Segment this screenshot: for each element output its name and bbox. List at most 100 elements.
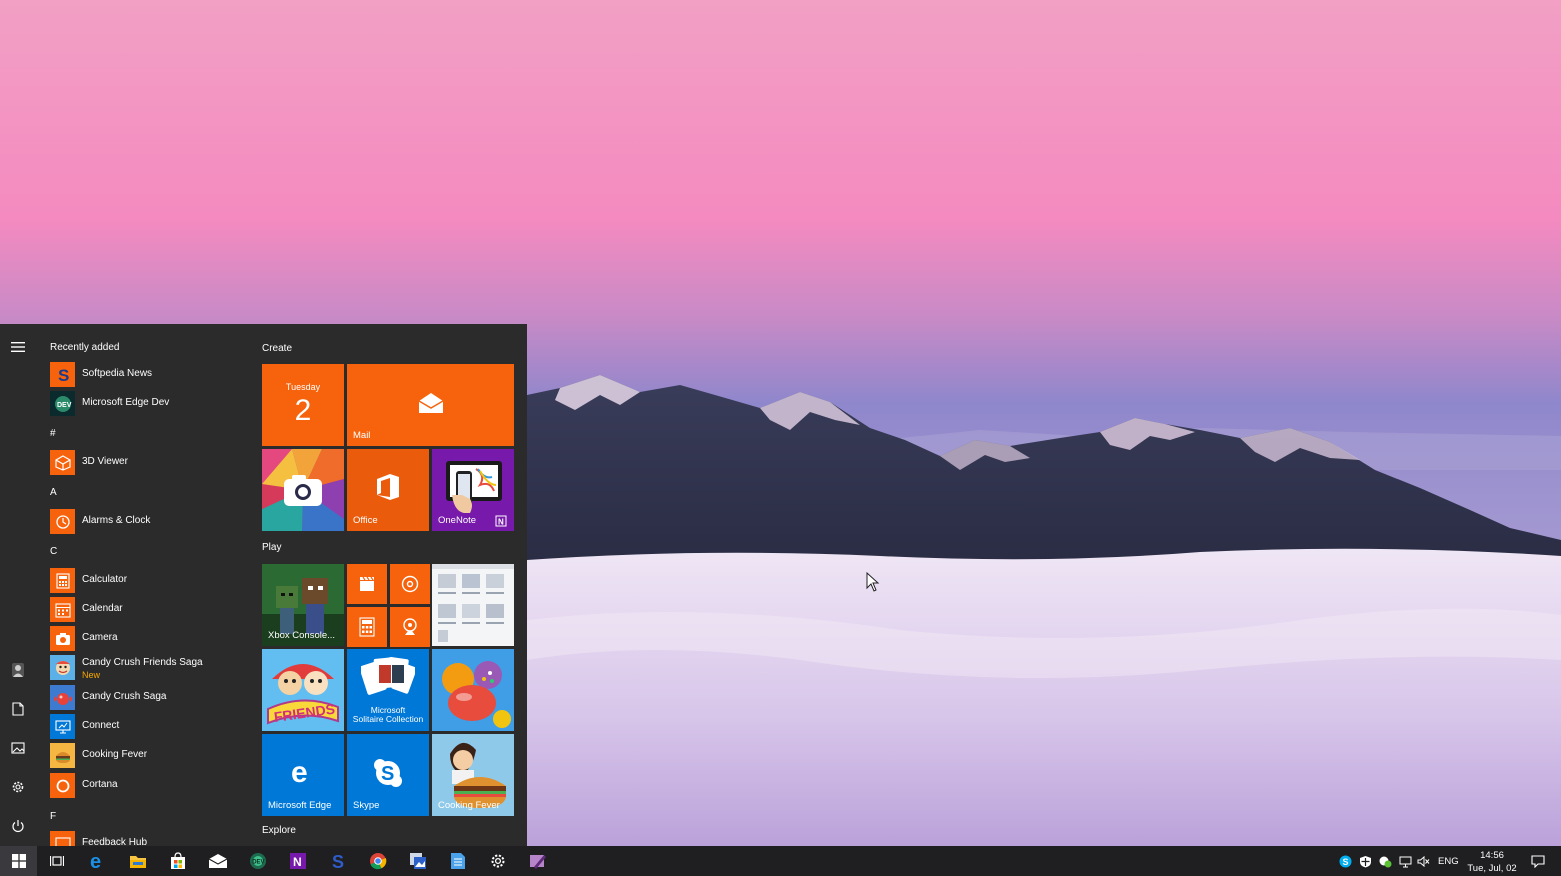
list-item-calendar[interactable]: Calendar bbox=[36, 595, 250, 624]
solitaire-tile[interactable]: Microsoft Solitaire Collection bbox=[347, 649, 429, 731]
candy-crush-friends-art-icon: FRIENDS bbox=[262, 649, 344, 731]
taskbar: e DEV N S S ENG 14:56 Tue, Jul, 02 bbox=[0, 846, 1561, 876]
calendar-tile[interactable]: Tuesday 2 bbox=[262, 364, 344, 446]
skype-tile[interactable]: S Skype bbox=[347, 734, 429, 816]
documents-icon[interactable] bbox=[0, 691, 36, 727]
svg-text:S: S bbox=[58, 366, 69, 384]
photos-app-icon[interactable] bbox=[398, 846, 438, 876]
snip-icon[interactable] bbox=[518, 846, 558, 876]
cooking-fever-tile-label: Cooking Fever bbox=[438, 800, 500, 811]
network-status-icon[interactable] bbox=[1378, 854, 1392, 868]
list-item-alarms-clock[interactable]: Alarms & Clock bbox=[36, 507, 250, 536]
svg-text:e: e bbox=[291, 758, 308, 786]
windows-start-icon[interactable] bbox=[0, 846, 37, 876]
list-item-softpedia-news[interactable]: S Softpedia News bbox=[36, 360, 250, 389]
office-tile[interactable]: Office bbox=[347, 449, 429, 531]
edge-icon: e bbox=[291, 758, 308, 786]
list-item-candy-crush-friends[interactable]: Candy Crush Friends Saga New bbox=[36, 653, 250, 682]
wifi-icon[interactable] bbox=[1398, 854, 1412, 868]
list-item-camera[interactable]: Camera bbox=[36, 624, 250, 653]
action-center-icon[interactable] bbox=[1531, 854, 1545, 868]
notepad-icon[interactable] bbox=[438, 846, 478, 876]
group-header-f[interactable]: F bbox=[50, 811, 56, 822]
xbox-tile[interactable]: Xbox Console... bbox=[262, 564, 344, 646]
onenote-badge-icon: N bbox=[495, 515, 507, 527]
edge-tile[interactable]: e Microsoft Edge bbox=[262, 734, 344, 816]
cards-icon bbox=[361, 657, 415, 695]
section-header-create[interactable]: Create bbox=[262, 343, 292, 354]
webcam-icon bbox=[403, 618, 417, 635]
3d-viewer-icon bbox=[50, 450, 75, 475]
groove-tile[interactable] bbox=[390, 564, 430, 604]
candy-crush-friends-icon bbox=[50, 655, 75, 680]
edge-dev-icon: DEV bbox=[50, 391, 75, 416]
file-explorer-icon[interactable] bbox=[118, 846, 158, 876]
user-icon[interactable] bbox=[0, 652, 36, 688]
settings-icon[interactable] bbox=[0, 769, 36, 805]
mail-tile-label: Mail bbox=[353, 430, 371, 441]
onenote-art-icon bbox=[446, 461, 502, 513]
list-item-connect[interactable]: Connect bbox=[36, 712, 250, 741]
section-header-explore[interactable]: Explore bbox=[262, 825, 296, 836]
chrome-icon[interactable] bbox=[358, 846, 398, 876]
svg-text:S: S bbox=[1342, 857, 1348, 867]
onenote-tile[interactable]: N OneNote bbox=[432, 449, 514, 531]
edge-tile-label: Microsoft Edge bbox=[268, 800, 332, 811]
power-icon[interactable] bbox=[0, 808, 36, 844]
skype-tray-icon[interactable]: S bbox=[1338, 854, 1352, 868]
app-list[interactable]: Recently added S Softpedia News DEV Micr… bbox=[36, 324, 250, 846]
edge-dev-icon[interactable]: DEV bbox=[238, 846, 278, 876]
camera-tile[interactable] bbox=[262, 449, 344, 531]
section-header-play[interactable]: Play bbox=[262, 542, 281, 553]
solitaire-tile-label-line2: Solitaire Collection bbox=[352, 714, 424, 724]
cooking-fever-icon bbox=[50, 743, 75, 768]
calendar-icon bbox=[50, 597, 75, 622]
settings-icon[interactable] bbox=[478, 846, 518, 876]
candy-crush-saga-art-icon bbox=[432, 649, 514, 731]
mouse-cursor-icon bbox=[866, 572, 880, 592]
task-view-icon[interactable] bbox=[37, 846, 77, 876]
list-item-cooking-fever[interactable]: Cooking Fever bbox=[36, 741, 250, 770]
pictures-icon[interactable] bbox=[0, 730, 36, 766]
candy-crush-saga-tile[interactable] bbox=[432, 649, 514, 731]
office-tile-label: Office bbox=[353, 515, 378, 526]
softpedia-icon[interactable]: S bbox=[318, 846, 358, 876]
svg-text:S: S bbox=[381, 763, 394, 785]
office-icon bbox=[377, 474, 399, 500]
cooking-fever-tile[interactable]: Cooking Fever bbox=[432, 734, 514, 816]
webcam-tile[interactable] bbox=[390, 607, 430, 647]
list-item-edge-dev[interactable]: DEV Microsoft Edge Dev bbox=[36, 389, 250, 418]
store-icon[interactable] bbox=[158, 846, 198, 876]
skype-tile-label: Skype bbox=[353, 800, 380, 811]
recently-added-header: Recently added bbox=[50, 342, 120, 353]
calculator-icon bbox=[50, 568, 75, 593]
onenote-icon[interactable]: N bbox=[278, 846, 318, 876]
hamburger-icon[interactable] bbox=[0, 329, 36, 365]
calculator-tile[interactable] bbox=[347, 607, 387, 647]
clock-time[interactable]: 14:56 bbox=[1470, 850, 1514, 861]
group-header-c[interactable]: C bbox=[50, 546, 57, 557]
list-item-cortana[interactable]: Cortana bbox=[36, 771, 250, 800]
mail-icon[interactable] bbox=[198, 846, 238, 876]
group-header-a[interactable]: A bbox=[50, 487, 57, 498]
list-item-feedback-hub[interactable]: Feedback Hub bbox=[36, 829, 250, 846]
edge-icon[interactable]: e bbox=[78, 846, 118, 876]
clock-date[interactable]: Tue, Jul, 02 bbox=[1466, 863, 1518, 874]
movies-tile[interactable] bbox=[347, 564, 387, 604]
defender-icon[interactable] bbox=[1358, 854, 1372, 868]
volume-mute-icon[interactable] bbox=[1416, 854, 1430, 868]
candy-crush-friends-tile[interactable]: FRIENDS bbox=[262, 649, 344, 731]
svg-text:DEV: DEV bbox=[252, 860, 264, 866]
svg-text:DEV: DEV bbox=[57, 402, 72, 409]
feedback-hub-icon bbox=[50, 831, 75, 846]
list-item-3d-viewer[interactable]: 3D Viewer bbox=[36, 448, 250, 477]
group-header-hash[interactable]: # bbox=[50, 428, 56, 439]
list-item-candy-crush[interactable]: Candy Crush Saga bbox=[36, 683, 250, 712]
input-language[interactable]: ENG bbox=[1438, 856, 1459, 867]
mail-tile[interactable]: Mail bbox=[347, 364, 514, 446]
calendar-tile-day-number: 2 bbox=[294, 394, 312, 427]
svg-text:N: N bbox=[293, 855, 302, 869]
skype-icon: S bbox=[374, 759, 402, 787]
list-item-calculator[interactable]: Calculator bbox=[36, 566, 250, 595]
screenshot-tile[interactable] bbox=[432, 564, 514, 646]
